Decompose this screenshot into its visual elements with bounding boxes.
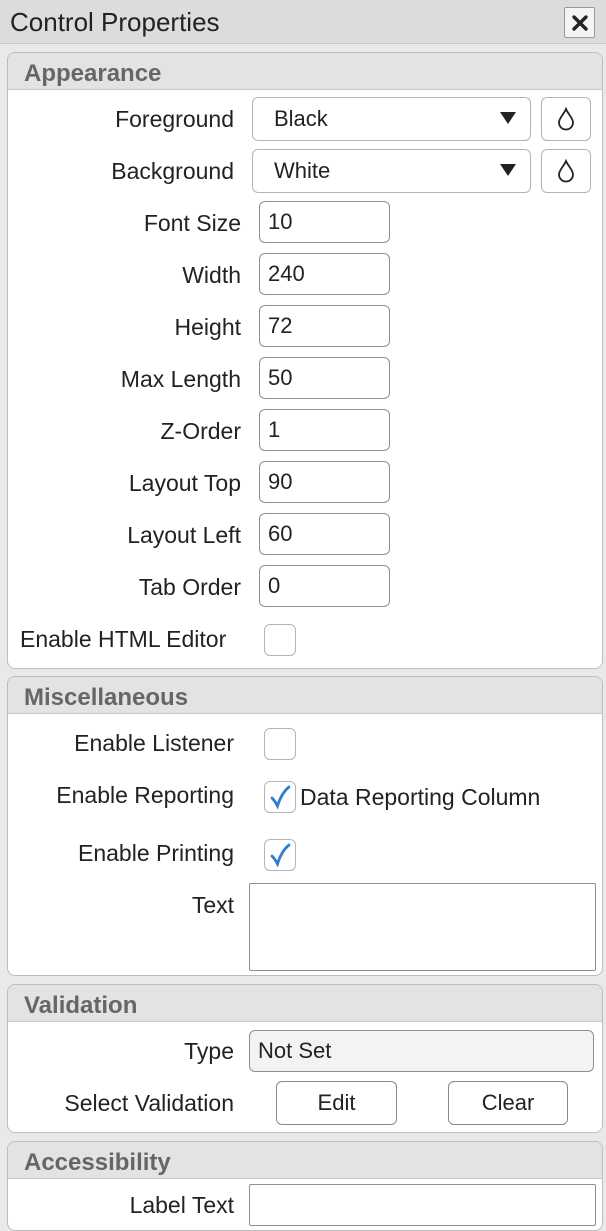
appearance-title: Appearance	[24, 60, 162, 87]
validation-type-label: Type	[184, 1038, 234, 1064]
background-color-picker-button[interactable]	[541, 149, 591, 193]
validation-type-field: Not Set	[249, 1030, 594, 1072]
clear-validation-button[interactable]: Clear	[448, 1081, 568, 1125]
checkmark-icon	[270, 785, 291, 809]
foreground-color-picker-button[interactable]	[541, 97, 591, 141]
validation-title: Validation	[24, 992, 138, 1019]
background-label: Background	[111, 158, 234, 184]
edit-validation-button[interactable]: Edit	[276, 1081, 397, 1125]
window-title: Control Properties	[10, 7, 220, 37]
label-text-input[interactable]	[249, 1184, 596, 1226]
foreground-value: Black	[274, 106, 328, 131]
width-input[interactable]: 240	[259, 253, 390, 295]
reporting-label: Enable Reporting	[56, 782, 234, 808]
accessibility-panel: Accessibility Label Text	[7, 1141, 603, 1231]
height-label: Height	[174, 314, 241, 340]
text-label: Text	[191, 892, 234, 918]
accessibility-title: Accessibility	[24, 1149, 171, 1176]
chevron-down-icon	[500, 112, 516, 124]
background-value: White	[274, 158, 331, 183]
printing-checkbox[interactable]	[264, 839, 296, 871]
reporting-checkbox[interactable]	[264, 781, 296, 813]
miscellaneous-title: Miscellaneous	[24, 684, 189, 711]
validation-header: Validation	[8, 985, 602, 1022]
checkmark-icon	[270, 843, 291, 867]
appearance-header: Appearance	[8, 53, 602, 90]
z-order-label: Z-Order	[160, 418, 242, 444]
layout-top-label: Layout Top	[128, 470, 241, 496]
foreground-label: Foreground	[115, 106, 234, 132]
foreground-select[interactable]: Black	[252, 97, 531, 141]
font-size-input[interactable]: 10	[259, 201, 390, 243]
z-order-input[interactable]: 1	[259, 409, 390, 451]
reporting-column-note: Data Reporting Column	[300, 784, 541, 810]
miscellaneous-header: Miscellaneous	[8, 677, 602, 714]
background-select[interactable]: White	[252, 149, 531, 193]
appearance-panel: Appearance Foreground Black Background W…	[7, 52, 603, 669]
max-length-input[interactable]: 50	[259, 357, 390, 399]
listener-checkbox[interactable]	[264, 728, 296, 760]
chevron-down-icon	[500, 164, 516, 176]
label-text-label: Label Text	[129, 1192, 234, 1218]
html-editor-checkbox[interactable]	[264, 624, 296, 656]
layout-top-input[interactable]: 90	[259, 461, 390, 503]
miscellaneous-panel: Miscellaneous Enable Listener Enable Rep…	[7, 676, 603, 976]
tab-order-label: Tab Order	[138, 574, 241, 600]
height-input[interactable]: 72	[259, 305, 390, 347]
droplet-icon	[558, 159, 574, 183]
window-titlebar: Control Properties	[0, 0, 606, 44]
accessibility-header: Accessibility	[8, 1142, 602, 1179]
width-label: Width	[182, 262, 241, 288]
font-size-label: Font Size	[143, 210, 241, 236]
listener-label: Enable Listener	[74, 730, 234, 756]
layout-left-input[interactable]: 60	[259, 513, 390, 555]
layout-left-label: Layout Left	[127, 522, 241, 548]
printing-label: Enable Printing	[78, 840, 234, 866]
tab-order-input[interactable]: 0	[259, 565, 390, 607]
text-textarea[interactable]	[249, 883, 596, 971]
select-validation-label: Select Validation	[64, 1090, 234, 1116]
html-editor-label: Enable HTML Editor	[20, 626, 227, 652]
close-icon	[571, 14, 588, 31]
validation-panel: Validation Type Not Set Select Validatio…	[7, 984, 603, 1133]
droplet-icon	[558, 107, 574, 131]
max-length-label: Max Length	[120, 366, 241, 392]
close-button[interactable]	[564, 7, 595, 38]
